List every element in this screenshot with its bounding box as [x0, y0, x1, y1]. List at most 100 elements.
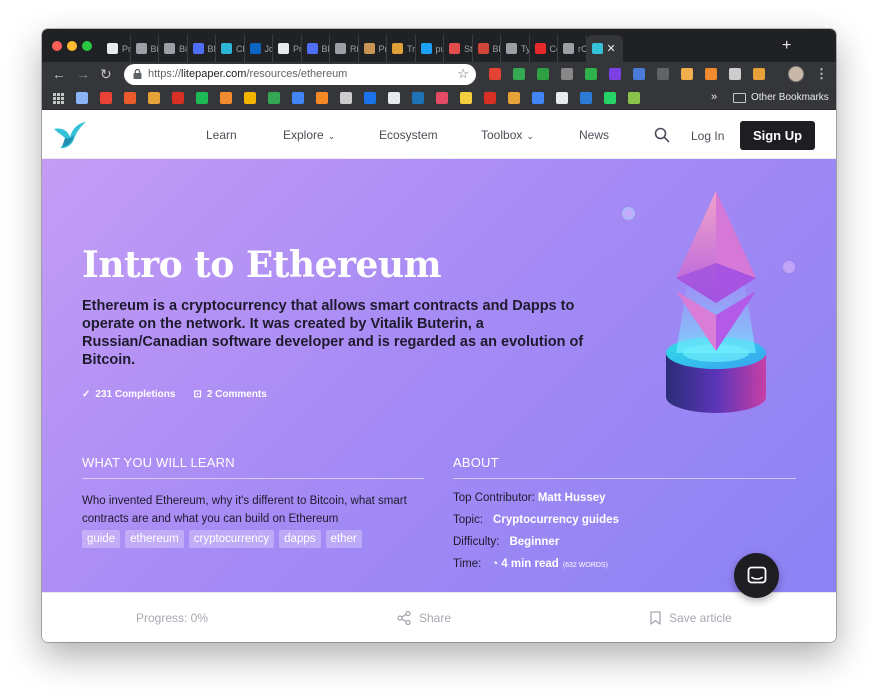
nav-explore[interactable]: Explore ⌄: [283, 128, 335, 142]
extension-icon[interactable]: [657, 68, 669, 80]
new-tab-button[interactable]: +: [782, 38, 791, 54]
extension-icon[interactable]: [537, 68, 549, 80]
browser-tab[interactable]: Ri: [330, 35, 359, 62]
reload-icon[interactable]: ↻: [100, 66, 112, 82]
search-icon[interactable]: [654, 127, 670, 143]
profile-avatar[interactable]: [788, 66, 804, 82]
browser-tab[interactable]: pu: [416, 35, 444, 62]
contributor-link[interactable]: Matt Hussey: [538, 492, 606, 504]
extension-icon[interactable]: [561, 68, 573, 80]
nav-ecosystem[interactable]: Ecosystem: [379, 128, 438, 142]
address-bar[interactable]: https://litepaper.com/resources/ethereum…: [124, 64, 476, 85]
bookmark-favicon-icon[interactable]: [556, 92, 568, 104]
browser-tab[interactable]: Ty: [501, 35, 530, 62]
tab-title: Pr: [378, 43, 387, 54]
bookmark-favicon-icon[interactable]: [124, 92, 136, 104]
close-tab-icon[interactable]: ✕: [607, 42, 616, 55]
extension-icon[interactable]: [753, 68, 765, 80]
bookmark-favicon-icon[interactable]: [340, 92, 352, 104]
nav-toolbox[interactable]: Toolbox ⌄: [481, 128, 534, 142]
tab-title: Pr: [293, 43, 302, 54]
browser-tab[interactable]: rC: [558, 35, 587, 62]
browser-tab[interactable]: Bl: [302, 35, 330, 62]
extension-icon[interactable]: [585, 68, 597, 80]
save-article-button[interactable]: Save article: [650, 611, 732, 625]
minimize-window-button[interactable]: [67, 41, 77, 51]
extension-icon[interactable]: [705, 68, 717, 80]
apps-grid-icon[interactable]: [53, 93, 64, 104]
browser-tab[interactable]: Bl: [473, 35, 501, 62]
bookmark-favicon-icon[interactable]: [628, 92, 640, 104]
bookmark-favicon-icon[interactable]: [412, 92, 424, 104]
bookmark-favicon-icon[interactable]: [100, 92, 112, 104]
about-contributor: Top Contributor: Matt Hussey: [453, 492, 606, 504]
browser-tab[interactable]: Pr: [273, 35, 302, 62]
tab-title: Bl: [207, 43, 216, 54]
chat-launcher-button[interactable]: [734, 553, 779, 598]
tag-chip[interactable]: cryptocurrency: [188, 530, 275, 548]
browser-tab[interactable]: Pr: [102, 35, 131, 62]
tag-chip[interactable]: ethereum: [125, 530, 184, 548]
lock-icon: [133, 69, 142, 79]
browser-tab[interactable]: Co: [530, 35, 558, 62]
bookmark-favicon-icon[interactable]: [388, 92, 400, 104]
other-bookmarks-folder[interactable]: Other Bookmarks: [733, 92, 829, 103]
extension-icon[interactable]: [609, 68, 621, 80]
forward-icon[interactable]: →: [76, 66, 90, 82]
bookmark-favicon-icon[interactable]: [604, 92, 616, 104]
tab-title: rC: [578, 43, 586, 54]
browser-tab[interactable]: Tr: [387, 35, 416, 62]
bookmark-favicon-icon[interactable]: [148, 92, 160, 104]
browser-tab[interactable]: Jo: [245, 35, 273, 62]
nav-news[interactable]: News: [579, 128, 609, 142]
difficulty-link[interactable]: Beginner: [509, 536, 559, 548]
litepaper-logo-icon[interactable]: [52, 119, 88, 151]
bookmark-favicon-icon[interactable]: [268, 92, 280, 104]
close-window-button[interactable]: [52, 41, 62, 51]
tag-chip[interactable]: guide: [82, 530, 121, 548]
extension-icon[interactable]: [633, 68, 645, 80]
browser-tab-active[interactable]: ✕: [586, 35, 623, 62]
bookmark-favicon-icon[interactable]: [244, 92, 256, 104]
bookmark-favicon-icon[interactable]: [460, 92, 472, 104]
extension-icon[interactable]: [489, 68, 501, 80]
comments-link[interactable]: ⊡ 2 Comments: [193, 389, 266, 400]
topic-link[interactable]: Cryptocurrency guides: [493, 514, 619, 526]
nav-learn[interactable]: Learn: [206, 128, 237, 142]
bookmark-star-icon[interactable]: ☆: [457, 66, 469, 82]
back-icon[interactable]: ←: [52, 66, 66, 82]
about-heading: ABOUT: [453, 455, 499, 470]
tab-favicon-icon: [192, 43, 204, 54]
zoom-window-button[interactable]: [82, 41, 92, 51]
bookmark-favicon-icon[interactable]: [580, 92, 592, 104]
tag-chip[interactable]: ether: [325, 530, 362, 548]
browser-tab[interactable]: Cl: [216, 35, 245, 62]
login-link[interactable]: Log In: [691, 129, 724, 143]
browser-tab[interactable]: Pr: [359, 35, 387, 62]
bookmark-favicon-icon[interactable]: [292, 92, 304, 104]
bookmark-favicon-icon[interactable]: [316, 92, 328, 104]
bookmark-favicon-icon[interactable]: [172, 92, 184, 104]
bookmark-favicon-icon[interactable]: [484, 92, 496, 104]
browser-tab[interactable]: Bi: [131, 35, 159, 62]
extension-icon[interactable]: [681, 68, 693, 80]
browser-tab[interactable]: Bl: [188, 35, 216, 62]
extension-icon[interactable]: [513, 68, 525, 80]
signup-button[interactable]: Sign Up: [740, 121, 815, 150]
browser-tab[interactable]: Bi: [159, 35, 188, 62]
bookmark-favicon-icon[interactable]: [532, 92, 544, 104]
bookmark-favicon-icon[interactable]: [436, 92, 448, 104]
bookmarks-overflow-icon[interactable]: »: [711, 91, 717, 103]
bookmark-favicon-icon[interactable]: [220, 92, 232, 104]
tag-chip[interactable]: dapps: [279, 530, 321, 548]
tab-favicon-icon: [477, 43, 489, 54]
bookmark-favicon-icon[interactable]: [508, 92, 520, 104]
menu-kebab-icon[interactable]: ⋮: [815, 66, 828, 82]
browser-tab[interactable]: St: [444, 35, 473, 62]
bookmark-favicon-icon[interactable]: [76, 92, 88, 104]
share-button[interactable]: Share: [397, 611, 451, 625]
page-title: Intro to Ethereum: [82, 244, 442, 286]
extension-icon[interactable]: [729, 68, 741, 80]
bookmark-favicon-icon[interactable]: [196, 92, 208, 104]
bookmark-favicon-icon[interactable]: [364, 92, 376, 104]
